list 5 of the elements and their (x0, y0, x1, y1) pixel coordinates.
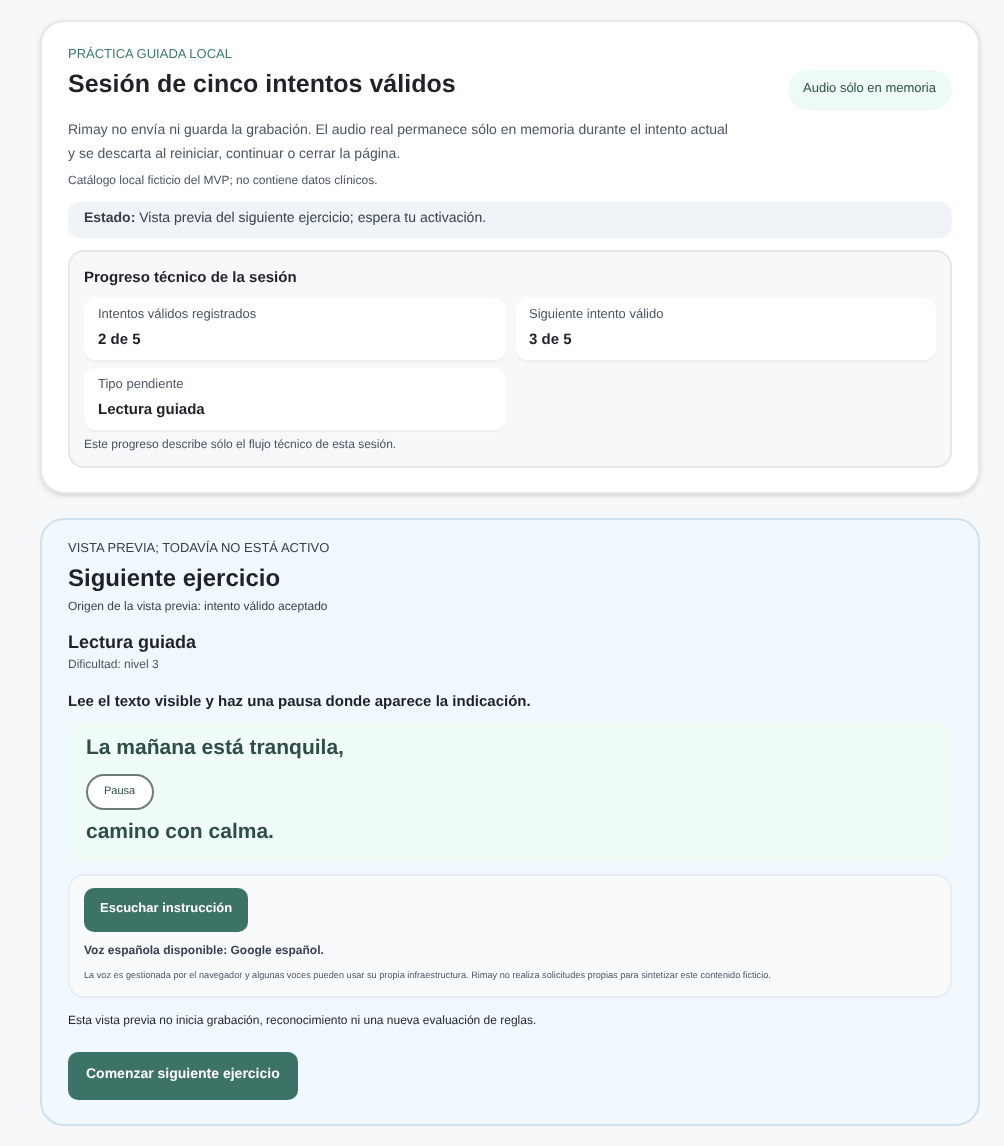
reading-text: camino con calma. (86, 818, 274, 849)
session-title: Sesión de cinco intentos válidos (68, 68, 456, 100)
reading-text: La mañana está tranquila, (86, 734, 344, 765)
preview-title: Siguiente ejercicio (68, 561, 283, 593)
exercise-title: Lectura guiada (68, 629, 199, 656)
